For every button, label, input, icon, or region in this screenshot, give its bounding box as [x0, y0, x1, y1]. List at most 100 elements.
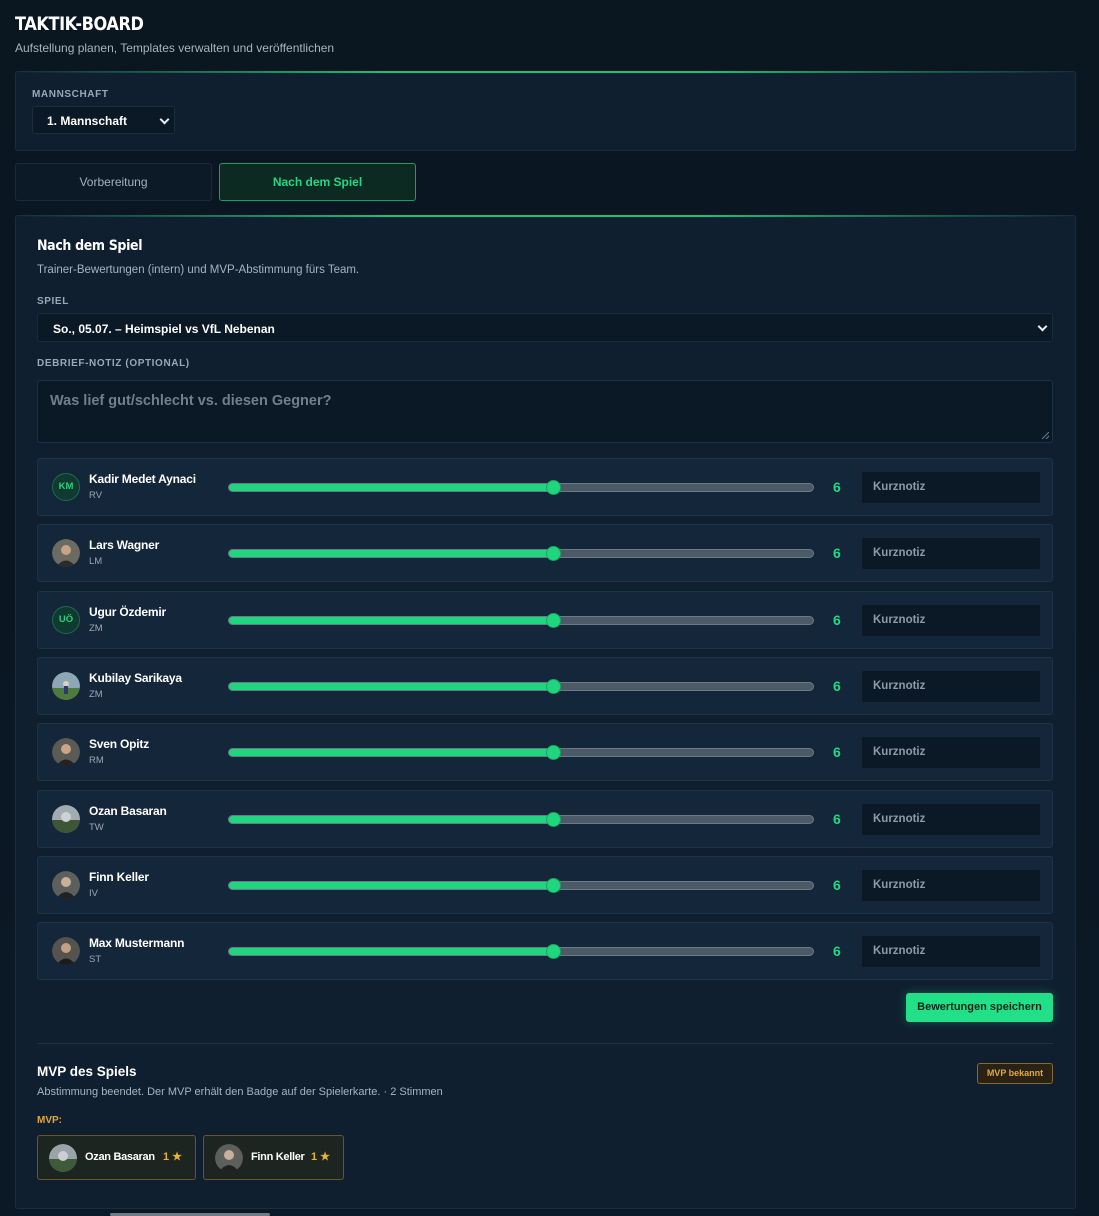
player-rating-row: Ozan Basaran TW 6 Kurznotiz: [37, 789, 1053, 848]
rating-value: 6: [833, 744, 841, 761]
tab-preparation[interactable]: Vorbereitung: [15, 163, 212, 201]
short-note-input[interactable]: Kurznotiz: [862, 737, 1040, 769]
rating-slider-fill: [229, 484, 554, 491]
short-note-input[interactable]: Kurznotiz: [862, 869, 1040, 901]
player-name: Sven Opitz: [89, 737, 150, 752]
player-name: Ugur Özdemir: [89, 604, 166, 619]
avatar: [215, 1144, 243, 1172]
player-name: Finn Keller: [89, 869, 149, 884]
page-subtitle: Aufstellung planen, Templates verwalten …: [15, 41, 335, 55]
mvp-chip-name: Finn Keller: [251, 1151, 305, 1163]
player-rating-row: Finn Keller IV 6 Kurznotiz: [37, 855, 1053, 914]
team-card: MANNSCHAFT 1. Mannschaft: [15, 71, 1076, 151]
rating-value: 6: [833, 876, 841, 893]
avatar: [52, 804, 80, 833]
rating-slider-thumb[interactable]: [547, 547, 561, 561]
rating-slider-fill: [229, 682, 554, 690]
rating-value: 6: [833, 545, 841, 562]
avatar: [52, 870, 80, 899]
player-rating-row: Sven Opitz RM 6 Kurznotiz: [37, 723, 1053, 782]
rating-slider[interactable]: [228, 945, 814, 959]
rating-slider[interactable]: [228, 547, 814, 561]
rating-slider[interactable]: [228, 812, 814, 826]
avatar: UÖ: [52, 605, 80, 634]
short-note-input[interactable]: Kurznotiz: [862, 604, 1040, 636]
rating-value: 6: [833, 611, 841, 628]
post-game-card: Nach dem Spiel Trainer-Bewertungen (inte…: [15, 215, 1076, 1209]
team-select[interactable]: 1. Mannschaft: [32, 106, 175, 134]
player-position: RV: [89, 490, 103, 501]
mvp-label: MVP:: [37, 1115, 62, 1126]
chevron-down-icon: [1037, 321, 1048, 332]
player-rating-row: Max Mustermann ST 6 Kurznotiz: [37, 922, 1053, 981]
player-name: Kadir Medet Aynaci: [89, 472, 196, 486]
mvp-title: MVP des Spiels: [37, 1064, 137, 1079]
rating-slider-thumb[interactable]: [547, 613, 561, 627]
page-title: TAKTIK-BOARD: [15, 13, 144, 35]
avatar: [52, 937, 80, 966]
short-note-input[interactable]: Kurznotiz: [862, 670, 1040, 702]
rating-value: 6: [833, 479, 841, 495]
team-label: MANNSCHAFT: [32, 89, 109, 100]
player-rating-row: Lars Wagner LM 6 Kurznotiz: [37, 524, 1053, 583]
mvp-chip: Finn Keller 1 ★: [203, 1135, 344, 1180]
avatar: [52, 671, 80, 700]
divider: [37, 1043, 1053, 1044]
short-note-input[interactable]: Kurznotiz: [862, 538, 1040, 570]
page-header: TAKTIK-BOARD Aufstellung planen, Templat…: [15, 12, 334, 55]
rating-slider[interactable]: [228, 613, 814, 627]
rating-value: 6: [833, 943, 841, 960]
avatar: KM: [52, 473, 80, 501]
chevron-down-icon: [159, 114, 170, 125]
rating-slider-fill: [229, 550, 554, 558]
player-name: Lars Wagner: [89, 538, 160, 553]
mvp-chip-name: Ozan Basaran: [85, 1151, 155, 1163]
player-rating-row: Kubilay Sarikaya ZM 6 Kurznotiz: [37, 656, 1053, 715]
rating-slider-fill: [229, 749, 554, 757]
mvp-chip-votes: 1 ★: [311, 1151, 331, 1163]
player-name: Kubilay Sarikaya: [89, 670, 182, 685]
rating-slider-fill: [229, 616, 554, 624]
game-select[interactable]: So., 05.07. – Heimspiel vs VfL Nebenan: [37, 313, 1053, 342]
save-ratings-button[interactable]: Bewertungen speichern: [906, 993, 1053, 1022]
player-position: IV: [89, 887, 98, 899]
rating-slider[interactable]: [228, 746, 814, 760]
player-position: TW: [89, 821, 104, 833]
rating-slider-fill: [229, 815, 554, 823]
rating-slider-fill: [229, 881, 554, 889]
player-name: Ozan Basaran: [89, 803, 167, 818]
rating-slider-thumb[interactable]: [547, 812, 561, 826]
player-position: LM: [89, 556, 103, 568]
player-position: ST: [89, 954, 102, 966]
rating-value: 6: [833, 810, 841, 827]
mvp-subtitle: Abstimmung beendet. Der MVP erhält den B…: [37, 1086, 443, 1098]
rating-slider-thumb[interactable]: [547, 679, 561, 693]
section-title: Nach dem Spiel: [37, 238, 143, 254]
short-note-input[interactable]: Kurznotiz: [862, 936, 1040, 968]
short-note-input[interactable]: Kurznotiz: [862, 472, 1040, 503]
rating-value: 6: [833, 677, 841, 694]
avatar: [49, 1144, 77, 1172]
rating-slider-thumb[interactable]: [547, 878, 561, 892]
mvp-chip: Ozan Basaran 1 ★: [37, 1135, 196, 1180]
tab-post-game[interactable]: Nach dem Spiel: [219, 163, 416, 201]
player-position: ZM: [89, 688, 103, 700]
resize-handle-icon[interactable]: [1042, 432, 1049, 439]
rating-slider-thumb[interactable]: [547, 481, 561, 494]
game-label: SPIEL: [37, 296, 69, 307]
mvp-chip-votes: 1 ★: [163, 1151, 183, 1163]
rating-slider[interactable]: [228, 878, 814, 892]
debrief-textarea[interactable]: Was lief gut/schlecht vs. diesen Gegner?: [37, 380, 1053, 443]
debrief-placeholder: Was lief gut/schlecht vs. diesen Gegner?: [50, 393, 332, 409]
debrief-label: DEBRIEF-NOTIZ (OPTIONAL): [37, 358, 190, 369]
player-rating-row: KM Kadir Medet Aynaci RV 6 Kurznotiz: [37, 458, 1053, 516]
rating-slider[interactable]: [228, 481, 814, 494]
rating-slider[interactable]: [228, 679, 814, 693]
game-select-value: So., 05.07. – Heimspiel vs VfL Nebenan: [53, 322, 275, 336]
rating-slider-thumb[interactable]: [547, 945, 561, 959]
player-position: ZM: [89, 622, 103, 634]
short-note-input[interactable]: Kurznotiz: [862, 803, 1040, 835]
rating-slider-thumb[interactable]: [547, 746, 561, 760]
player-rating-row: UÖ Ugur Özdemir ZM 6 Kurznotiz: [37, 590, 1053, 649]
section-subtitle: Trainer-Bewertungen (intern) und MVP-Abs…: [37, 264, 360, 276]
